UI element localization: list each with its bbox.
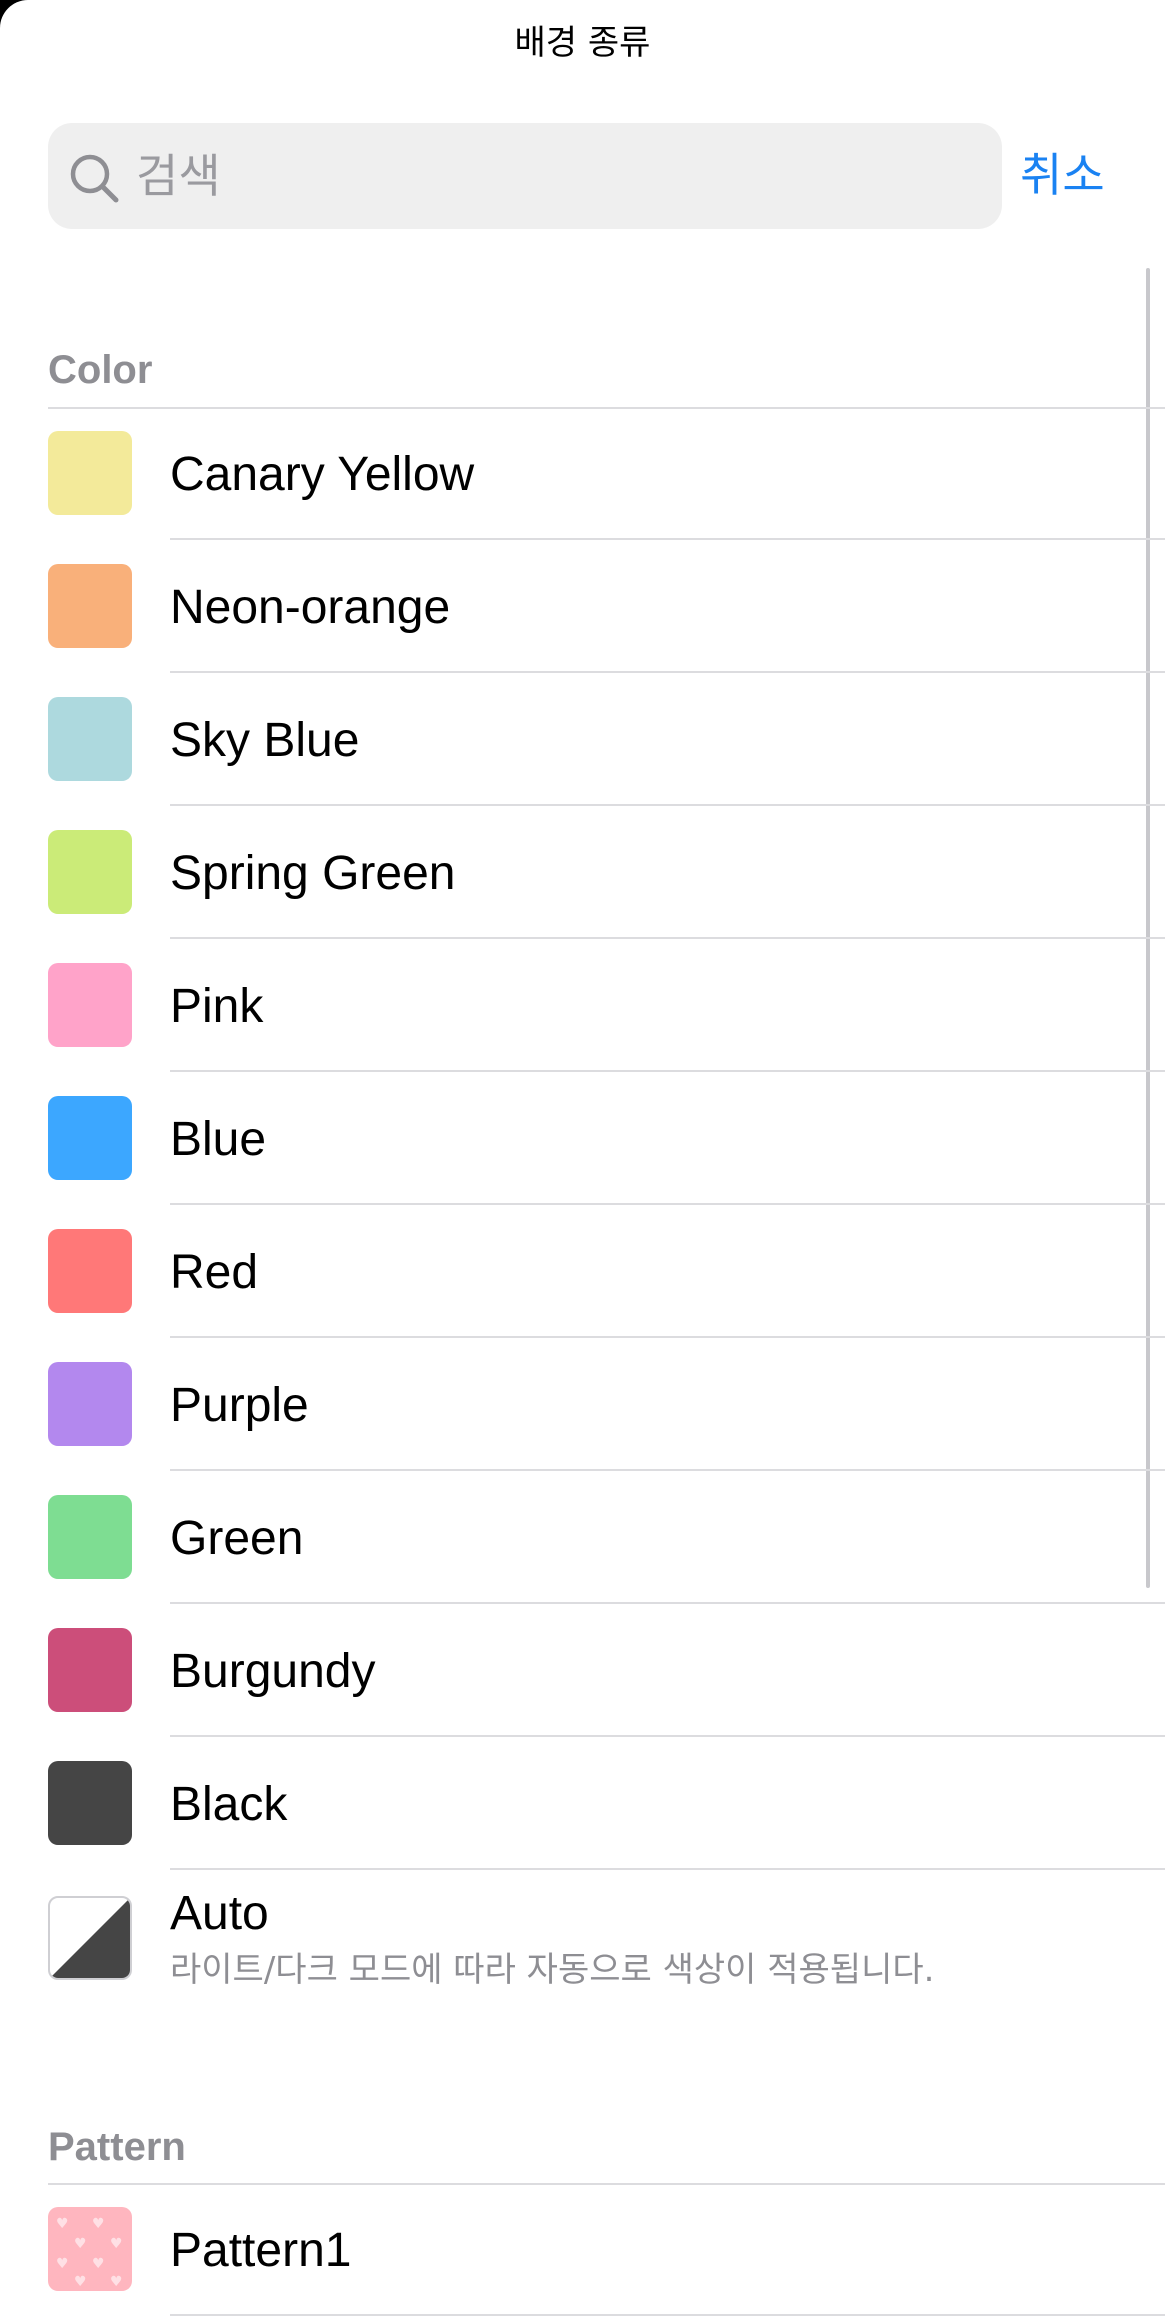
list-item-label: Auto xyxy=(170,1887,269,1940)
section-header-color: Color xyxy=(48,348,153,392)
search-placeholder: 검색 xyxy=(136,149,221,203)
list-item-label: Purple xyxy=(170,1379,309,1432)
row-separator xyxy=(170,538,1165,540)
list-item-label: Sky Blue xyxy=(170,714,360,767)
section-header-pattern: Pattern xyxy=(48,2125,186,2169)
list-item-label: Green xyxy=(170,1512,304,1565)
list-item-auto[interactable]: Auto 라이트/다크 모드에 따라 자동으로 색상이 적용됩니다. xyxy=(0,1874,1165,2005)
list-item-label: Black xyxy=(170,1778,288,1831)
color-swatch xyxy=(48,1761,132,1845)
list-item-color[interactable]: Black xyxy=(0,1739,1165,1870)
background-type-sheet: 배경 종류 검색 취소 Color Canary Yellow Neon-oran… xyxy=(0,0,1165,2320)
list-item-color[interactable]: Blue xyxy=(0,1074,1165,1205)
search-icon xyxy=(70,154,119,203)
list-item-color[interactable]: Sky Blue xyxy=(0,675,1165,806)
color-swatch xyxy=(48,1495,132,1579)
row-separator xyxy=(170,1336,1165,1338)
color-swatch xyxy=(48,830,132,914)
row-separator xyxy=(170,2314,1165,2316)
color-swatch xyxy=(48,697,132,781)
list-item-pattern1[interactable]: ♥ ♥ ♥ ♥ ♥ ♥ ♥ ♥ Pattern1 xyxy=(0,2185,1165,2316)
page-title: 배경 종류 xyxy=(514,23,651,63)
list-item-color[interactable]: Spring Green xyxy=(0,808,1165,939)
list-item-color[interactable]: Red xyxy=(0,1207,1165,1338)
color-swatch xyxy=(48,1229,132,1313)
color-swatch xyxy=(48,564,132,648)
color-swatch xyxy=(48,431,132,515)
list-item-label: Neon-orange xyxy=(170,581,451,634)
list-item-label: Blue xyxy=(170,1113,267,1166)
row-separator xyxy=(170,1469,1165,1471)
list-item-color[interactable]: Pink xyxy=(0,941,1165,1072)
row-separator xyxy=(170,1868,1165,1870)
row-separator xyxy=(170,671,1165,673)
list-item-label: Burgundy xyxy=(170,1645,376,1698)
list-item-color[interactable]: Burgundy xyxy=(0,1606,1165,1737)
list-item-color[interactable]: Purple xyxy=(0,1340,1165,1471)
list-item-label: Spring Green xyxy=(170,847,456,900)
row-separator xyxy=(170,937,1165,939)
list-item-color[interactable]: Neon-orange xyxy=(0,542,1165,673)
row-separator xyxy=(170,804,1165,806)
light-dark-split-icon xyxy=(48,1896,132,1980)
row-separator xyxy=(170,1070,1165,1072)
color-swatch xyxy=(48,1362,132,1446)
list-item-color[interactable]: Canary Yellow xyxy=(0,409,1165,540)
list-item-description: 라이트/다크 모드에 따라 자동으로 색상이 적용됩니다. xyxy=(170,1950,935,1990)
heart-pattern-icon: ♥ ♥ ♥ ♥ ♥ ♥ ♥ ♥ xyxy=(48,2207,132,2291)
cancel-button[interactable]: 취소 xyxy=(1020,140,1105,210)
row-separator xyxy=(170,1602,1165,1604)
search-input[interactable]: 검색 xyxy=(48,123,1002,229)
list-item-label: Red xyxy=(170,1246,259,1299)
list-item-label: Canary Yellow xyxy=(170,448,475,501)
list-item-label: Pattern1 xyxy=(170,2224,352,2277)
color-swatch xyxy=(48,1628,132,1712)
row-separator xyxy=(170,1735,1165,1737)
row-separator xyxy=(170,1203,1165,1205)
color-swatch xyxy=(48,963,132,1047)
color-swatch xyxy=(48,1096,132,1180)
list-item-color[interactable]: Green xyxy=(0,1473,1165,1604)
list-item-label: Pink xyxy=(170,980,264,1033)
